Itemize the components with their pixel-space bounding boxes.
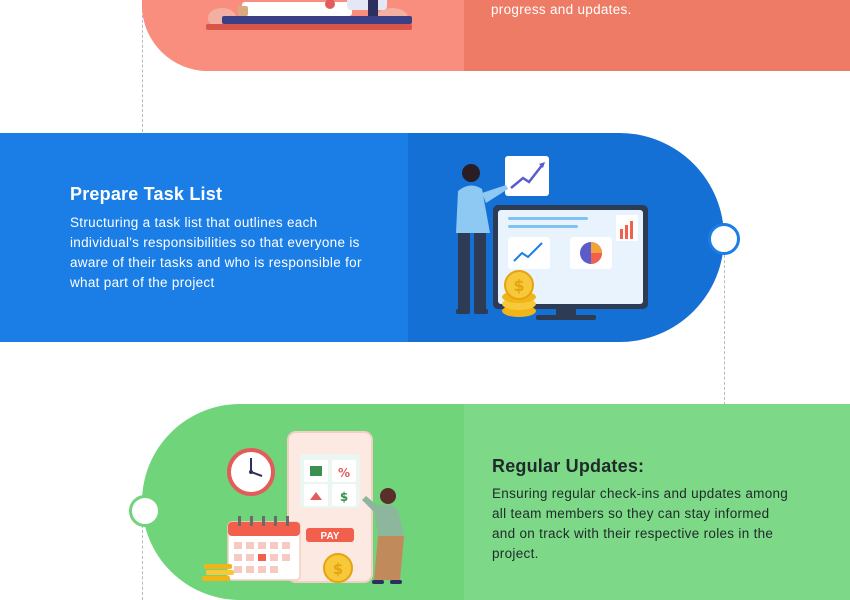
updates-card-title: Regular Updates: (492, 456, 645, 476)
svg-text:$: $ (340, 490, 348, 504)
top-card: progress and updates. (142, 0, 850, 71)
connector-line-right (724, 255, 725, 405)
updates-card-description: Ensuring regular check-ins and updates a… (492, 486, 789, 561)
task-card-illustration: $ (456, 156, 648, 320)
coins-icon: $ (502, 270, 536, 317)
pie-chart-icon (570, 237, 612, 269)
task-card-connector-node (708, 223, 740, 255)
task-card-title: Prepare Task List (70, 184, 223, 204)
task-card-description: Structuring a task list that outlines ea… (70, 215, 362, 290)
updates-card-illustration: % $ PAY $ (202, 431, 404, 584)
line-chart-icon (508, 237, 550, 269)
task-card: Prepare Task List Structuring a task lis… (0, 133, 724, 342)
top-card-illustration (206, 0, 412, 30)
svg-text:$: $ (333, 560, 343, 578)
updates-card: Regular Updates: Ensuring regular check-… (142, 404, 850, 600)
pay-label: PAY (321, 531, 340, 542)
svg-text:$: $ (513, 276, 524, 295)
calendar-icon (227, 516, 301, 581)
svg-text:%: % (338, 466, 350, 480)
clock-icon (227, 448, 275, 496)
updates-card-connector-node (129, 495, 161, 527)
bar-chart-icon (616, 215, 638, 241)
top-card-description: progress and updates. (491, 2, 632, 17)
